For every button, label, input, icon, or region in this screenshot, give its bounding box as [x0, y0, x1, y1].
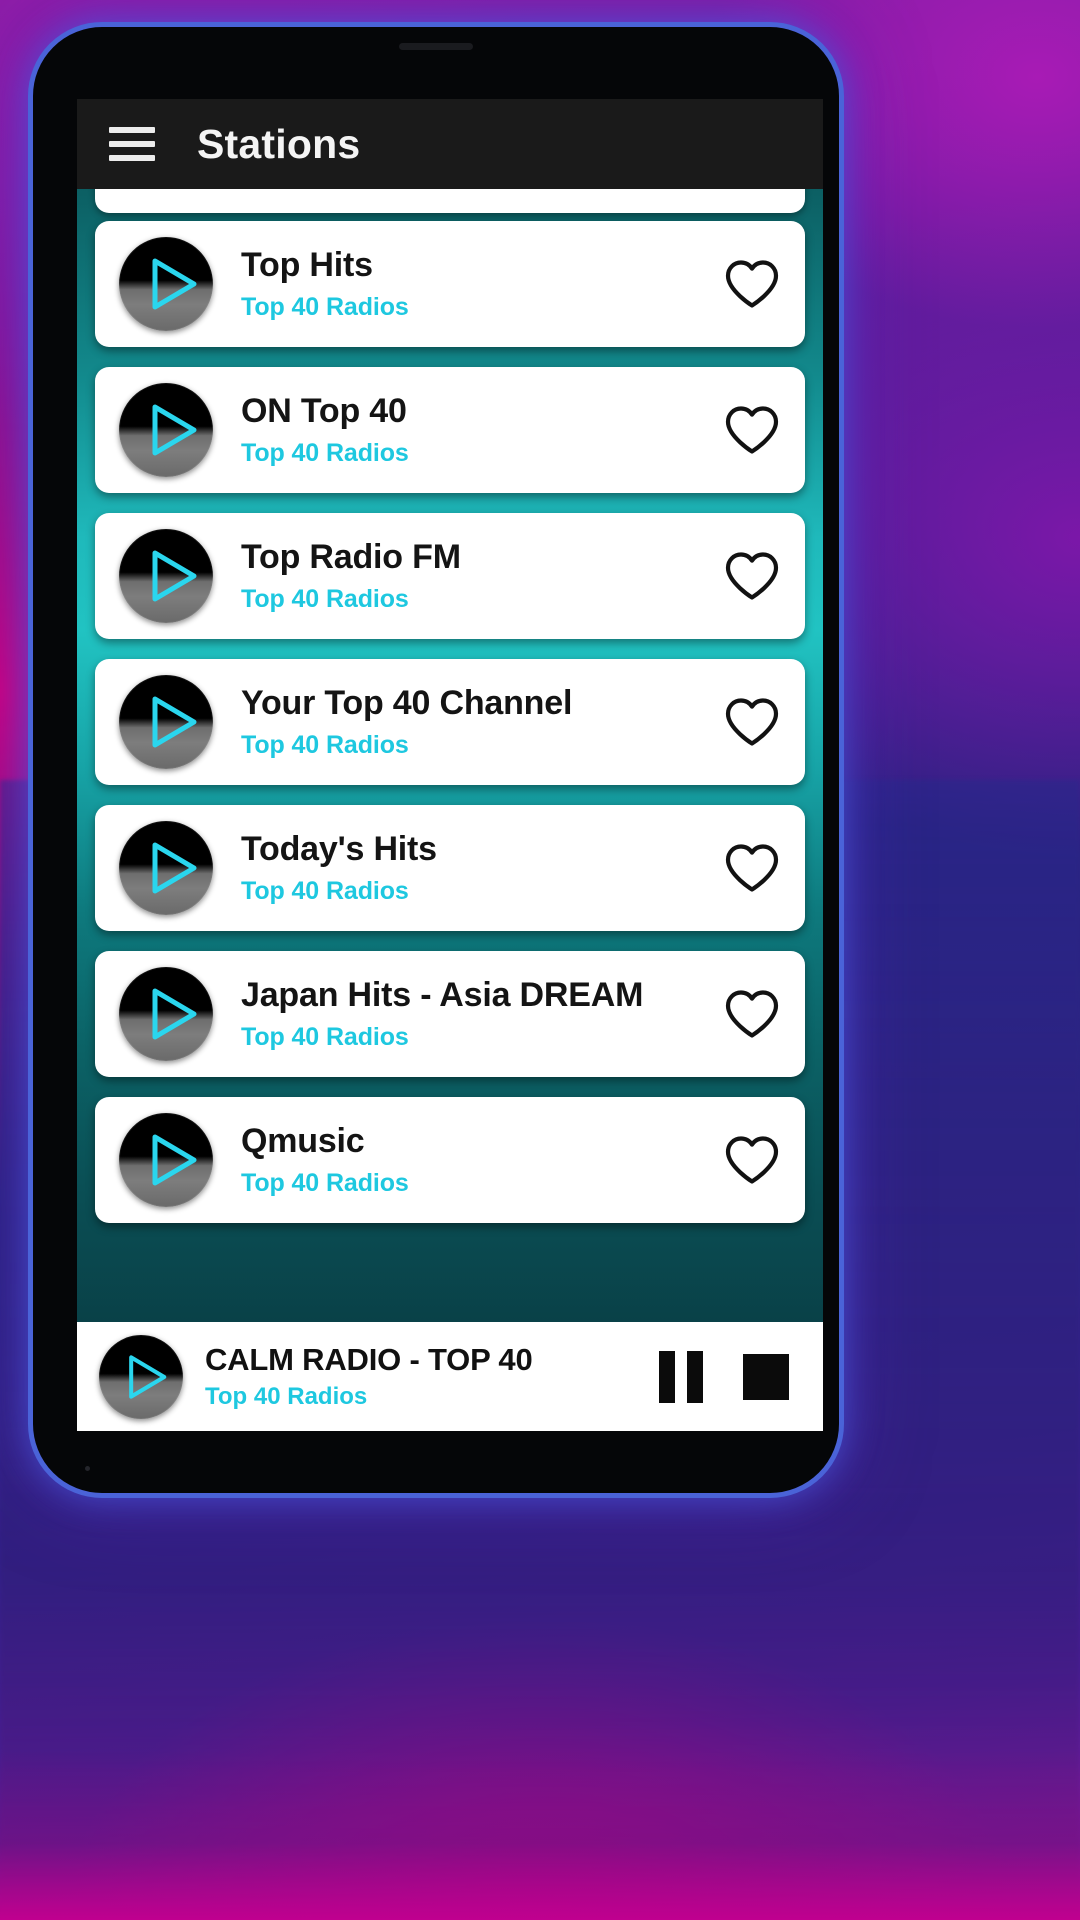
- player-controls: [659, 1350, 803, 1403]
- station-card[interactable]: Top Hits Top 40 Radios: [95, 221, 805, 347]
- station-card[interactable]: ON Top 40 Top 40 Radios: [95, 367, 805, 493]
- page-title: Stations: [197, 120, 361, 167]
- station-list[interactable]: Top Hits Top 40 Radios ON Top 40 Top 40 Rad…: [77, 189, 823, 1350]
- hamburger-menu-icon[interactable]: [109, 127, 155, 161]
- station-play-icon[interactable]: [119, 675, 213, 769]
- station-name: Top Hits: [241, 245, 373, 284]
- favorite-heart-icon[interactable]: [721, 839, 783, 897]
- station-play-icon[interactable]: [119, 967, 213, 1061]
- station-category: Top 40 Radios: [241, 877, 409, 906]
- promo-background-bottom-glow: [0, 1750, 1080, 1920]
- station-card[interactable]: Qmusic Top 40 Radios: [95, 1097, 805, 1223]
- phone-sensor-dot: [85, 1466, 90, 1471]
- favorite-heart-icon[interactable]: [721, 547, 783, 605]
- now-playing-text: CALM RADIO - TOP 40 Top 40 Radios: [205, 1342, 659, 1411]
- favorite-heart-icon[interactable]: [721, 693, 783, 751]
- pause-button[interactable]: [659, 1350, 703, 1403]
- station-info: ON Top 40 Top 40 Radios: [241, 392, 721, 468]
- app-bar: Stations: [77, 99, 823, 189]
- now-playing-bar: CALM RADIO - TOP 40 Top 40 Radios: [77, 1322, 823, 1431]
- station-category: Top 40 Radios: [241, 1023, 409, 1052]
- station-card[interactable]: Today's Hits Top 40 Radios: [95, 805, 805, 931]
- station-name: Top Radio FM: [241, 537, 461, 576]
- station-category: Top 40 Radios: [241, 731, 409, 760]
- station-category: Top 40 Radios: [241, 585, 409, 614]
- station-category: Top 40 Radios: [241, 293, 409, 322]
- station-category: Top 40 Radios: [241, 439, 409, 468]
- station-info: Qmusic Top 40 Radios: [241, 1122, 721, 1198]
- station-info: Your Top 40 Channel Top 40 Radios: [241, 684, 721, 760]
- station-name: Your Top 40 Channel: [241, 683, 573, 722]
- favorite-heart-icon[interactable]: [721, 1131, 783, 1189]
- now-playing-category: Top 40 Radios: [205, 1383, 368, 1410]
- station-info: Top Radio FM Top 40 Radios: [241, 538, 721, 614]
- stop-button[interactable]: [743, 1353, 789, 1400]
- station-play-icon[interactable]: [119, 821, 213, 915]
- station-name: ON Top 40: [241, 391, 407, 430]
- partially-scrolled-card[interactable]: [95, 189, 805, 213]
- station-info: Today's Hits Top 40 Radios: [241, 830, 721, 906]
- station-name: Japan Hits - Asia DREAM: [241, 975, 644, 1014]
- now-playing-artwork-icon: [99, 1334, 183, 1419]
- station-play-icon[interactable]: [119, 383, 213, 477]
- now-playing-title: CALM RADIO - TOP 40: [205, 1342, 533, 1377]
- station-play-icon[interactable]: [119, 529, 213, 623]
- station-name: Qmusic: [241, 1121, 365, 1160]
- station-info: Japan Hits - Asia DREAM Top 40 Radios: [241, 976, 721, 1052]
- phone-earpiece-speaker: [399, 43, 473, 50]
- favorite-heart-icon[interactable]: [721, 401, 783, 459]
- station-name: Today's Hits: [241, 829, 437, 868]
- station-card[interactable]: Japan Hits - Asia DREAM Top 40 Radios: [95, 951, 805, 1077]
- station-play-icon[interactable]: [119, 237, 213, 331]
- station-card[interactable]: Your Top 40 Channel Top 40 Radios: [95, 659, 805, 785]
- phone-device-frame: Stations Top Hits Top 40 Radios ON Top 40 T…: [28, 22, 844, 1498]
- station-card[interactable]: Top Radio FM Top 40 Radios: [95, 513, 805, 639]
- favorite-heart-icon[interactable]: [721, 985, 783, 1043]
- favorite-heart-icon[interactable]: [721, 255, 783, 313]
- phone-screen: Stations Top Hits Top 40 Radios ON Top 40 T…: [77, 99, 823, 1431]
- station-category: Top 40 Radios: [241, 1169, 409, 1198]
- station-play-icon[interactable]: [119, 1113, 213, 1207]
- station-info: Top Hits Top 40 Radios: [241, 246, 721, 322]
